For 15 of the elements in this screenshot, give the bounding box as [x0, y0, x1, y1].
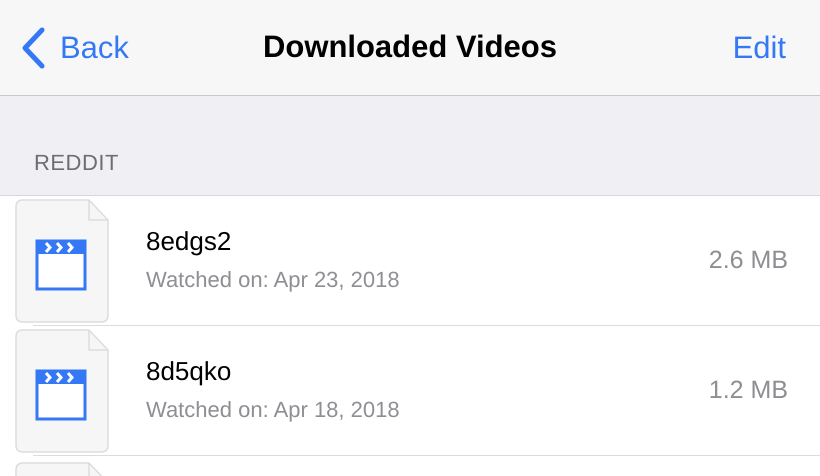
back-button[interactable]: Back: [20, 26, 129, 68]
section-header: REDDIT: [0, 96, 820, 196]
list-row[interactable]: 8edgs2 Watched on: Apr 23, 2018 2.6 MB: [0, 196, 820, 326]
screen-title: Downloaded Videos: [263, 28, 557, 66]
file-name: 8edgs2: [146, 226, 232, 258]
video-file-icon: [15, 329, 109, 453]
watched-date: Watched on: Apr 18, 2018: [146, 396, 401, 424]
file-name: 8d5qko: [146, 356, 232, 388]
file-size: 1.2 MB: [708, 375, 788, 406]
video-file-icon: [15, 199, 109, 323]
edit-button[interactable]: Edit: [732, 32, 786, 63]
chevron-left-icon: [20, 26, 46, 68]
watched-date: Watched on: Apr 23, 2018: [146, 266, 401, 294]
list-row[interactable]: 8d5qko Watched on: Apr 18, 2018 1.2 MB: [0, 326, 820, 456]
file-size: 2.6 MB: [708, 245, 788, 276]
